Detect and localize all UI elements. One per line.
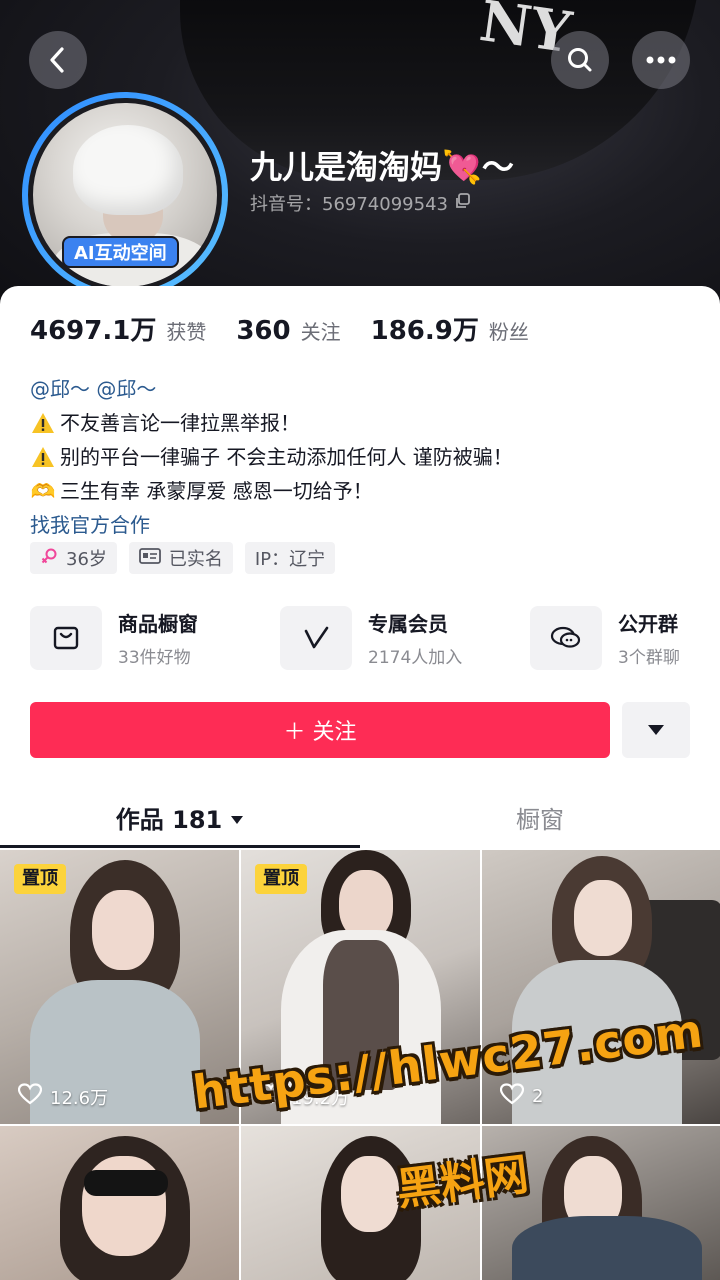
feature-public-group[interactable]: 公开群 3个群聊 [530,606,720,670]
tab-works[interactable]: 作品 181 [0,786,360,848]
follow-options-button[interactable] [622,702,690,758]
id-card-icon [139,547,161,569]
search-icon [565,45,595,75]
heart-icon [17,1083,43,1110]
tag-ip-location: IP：辽宁 [244,542,336,574]
stat-number: 4697.1万 [30,316,157,346]
feature-row: 商品橱窗 33件好物 专属会员 2174人加入 公开群 3个群聊 [30,606,720,670]
vip-icon [280,606,352,670]
feature-membership[interactable]: 专属会员 2174人加入 [280,606,506,670]
stat-number: 186.9万 [370,316,479,346]
female-icon [40,547,58,570]
like-count: 12.6万 [17,1083,109,1110]
caret-down-icon [230,803,244,831]
stat-followers[interactable]: 186.9万 粉丝 [371,310,529,347]
bio-line-text: 不友善言论一律拉黑举报！ [60,411,300,435]
stat-label: 获赞 [166,320,207,344]
douyin-id[interactable]: 抖音号：56974099543 [250,190,472,216]
search-button[interactable] [551,31,609,89]
bio-line-text: 三生有幸 承蒙厚爱 感恩一切给予！ [60,479,373,503]
stat-likes[interactable]: 4697.1万 获赞 [30,310,206,347]
bio-line: 别的平台一律骗子 不会主动添加任何人 谨防被骗！ [30,440,690,474]
warning-icon [30,411,56,435]
copy-icon[interactable] [454,192,472,215]
tab-label: 作品 181 [115,805,223,834]
follow-button[interactable]: ＋ 关注 [30,702,610,758]
stat-following[interactable]: 360 关注 [236,316,340,346]
profile-name: 九儿是淘淘妈💘～ [250,148,514,186]
feature-title: 公开群 [618,612,678,636]
tag-age: 36岁 [30,542,117,574]
feature-shop-window[interactable]: 商品橱窗 33件好物 [30,606,256,670]
profile-tags: 36岁 已实名 IP：辽宁 [30,542,336,574]
shopping-bag-icon [30,606,102,670]
feature-title: 专属会员 [368,612,448,636]
stat-label: 粉丝 [488,320,529,344]
watermark-site-name: 黑料网 [393,1149,532,1216]
pinned-badge: 置顶 [255,864,307,894]
ai-space-badge[interactable]: AI互动空间 [62,236,179,268]
bio-line: 不友善言论一律拉黑举报！ [30,406,690,440]
heart-hands-icon: 🫶 [30,479,56,503]
more-horizontal-icon [645,55,677,65]
bio: @邱～ @邱～ 不友善言论一律拉黑举报！ 别的平台一律骗子 不会主动添加任何人 … [30,372,690,542]
caret-down-icon [647,721,665,740]
feature-subtitle: 33件好物 [118,648,191,668]
tab-shop-window[interactable]: 橱窗 [360,786,720,848]
back-button[interactable] [29,31,87,89]
douyin-id-text: 抖音号：56974099543 [250,194,448,215]
tag-label: 已实名 [168,549,223,570]
stat-number: 360 [236,316,291,346]
tag-label: 36岁 [66,549,107,570]
warning-icon [30,445,56,469]
bio-line-text: 别的平台一律骗子 不会主动添加任何人 谨防被骗！ [60,445,513,469]
feature-title: 商品橱窗 [118,612,198,636]
watermark: https://hlwc27.com 黑料网 [190,1003,706,1216]
like-count-text: 12.6万 [50,1087,109,1109]
pinned-badge: 置顶 [14,864,66,894]
feature-subtitle: 2174人加入 [368,648,463,668]
official-cooperation-link[interactable]: 找我官方合作 [30,508,690,542]
chevron-left-icon [46,46,70,74]
feature-subtitle: 3个群聊 [618,648,680,668]
bio-line: 🫶 三生有幸 承蒙厚爱 感恩一切给予！ [30,474,690,508]
more-button[interactable] [632,31,690,89]
tab-label: 橱窗 [516,805,564,834]
stat-label: 关注 [300,320,341,344]
bio-mentions[interactable]: @邱～ @邱～ [30,372,690,406]
chat-group-icon [530,606,602,670]
tag-verified: 已实名 [128,542,233,574]
stats-row: 4697.1万 获赞 360 关注 186.9万 粉丝 [30,310,529,347]
profile-tabs: 作品 181 橱窗 [0,786,720,848]
tag-label: IP：辽宁 [254,549,326,570]
